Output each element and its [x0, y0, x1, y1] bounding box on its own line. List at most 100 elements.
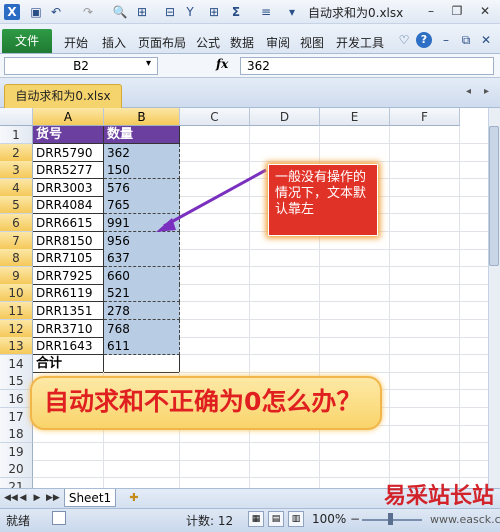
vertical-scroll-thumb[interactable] [489, 126, 499, 266]
scroll-right-icon[interactable]: ▸ [484, 86, 489, 97]
empty-cell[interactable] [250, 319, 320, 338]
empty-cell[interactable] [320, 143, 390, 162]
row-header-13[interactable]: 13 [0, 337, 33, 356]
zoom-level[interactable]: 100% [312, 512, 346, 526]
empty-cell[interactable] [320, 478, 390, 488]
table-cell-item-code[interactable]: DRR3003 [33, 178, 104, 197]
empty-cell[interactable] [180, 354, 250, 373]
row-header-19[interactable]: 19 [0, 442, 33, 461]
format-icon[interactable]: ⊞ [134, 4, 150, 20]
select-all-corner[interactable] [0, 108, 33, 126]
table-cell-quantity[interactable]: 611 [104, 337, 180, 356]
row-header-1[interactable]: 1 [0, 126, 33, 144]
empty-cell[interactable] [180, 249, 250, 268]
empty-cell[interactable] [460, 161, 488, 180]
table-cell-item-code[interactable]: DRR3710 [33, 319, 104, 338]
zoom-out-button[interactable]: − [350, 512, 360, 526]
row-header-11[interactable]: 11 [0, 302, 33, 320]
table-cell-quantity[interactable]: 278 [104, 302, 180, 320]
empty-cell[interactable] [460, 443, 488, 461]
table-cell-quantity[interactable]: 768 [104, 319, 180, 338]
empty-cell[interactable] [390, 143, 460, 162]
empty-cell[interactable] [460, 267, 488, 285]
tab-data[interactable]: 数据 [230, 34, 254, 51]
row-header-6[interactable]: 6 [0, 214, 33, 232]
quick-icon[interactable]: ⊟ [162, 4, 178, 20]
zoom-slider-knob[interactable] [388, 513, 393, 525]
tab-file[interactable]: 文件 [2, 29, 52, 53]
empty-cell[interactable] [390, 372, 460, 391]
customize-icon[interactable]: ▾ [284, 4, 300, 20]
empty-cell[interactable] [460, 144, 488, 162]
heart-icon[interactable]: ♡ [396, 32, 412, 48]
row-header-10[interactable]: 10 [0, 284, 33, 303]
empty-cell[interactable] [33, 460, 104, 479]
table-cell-item-code[interactable]: DRR6119 [33, 284, 104, 303]
empty-cell[interactable] [180, 266, 250, 285]
empty-cell[interactable] [390, 337, 460, 356]
empty-cell[interactable] [460, 425, 488, 444]
empty-cell[interactable] [390, 266, 460, 285]
empty-cell[interactable] [180, 284, 250, 303]
next-sheet-icon[interactable]: ▶ [32, 491, 42, 505]
table-cell-quantity[interactable]: 362 [104, 143, 180, 162]
empty-cell[interactable] [460, 126, 488, 144]
empty-cell[interactable] [250, 460, 320, 479]
table-cell-quantity[interactable]: 521 [104, 284, 180, 303]
row-header-5[interactable]: 5 [0, 196, 33, 215]
empty-cell[interactable] [33, 442, 104, 461]
empty-cell[interactable] [33, 478, 104, 488]
column-header-e[interactable]: E [320, 108, 390, 126]
filter-icon[interactable]: Y [182, 4, 198, 20]
row-header-4[interactable]: 4 [0, 178, 33, 197]
empty-cell[interactable] [460, 214, 488, 232]
tab-review[interactable]: 审阅 [266, 34, 290, 51]
table-cell-item-code[interactable]: DRR8150 [33, 231, 104, 250]
row-header-8[interactable]: 8 [0, 249, 33, 268]
empty-cell[interactable] [180, 319, 250, 338]
empty-cell[interactable] [460, 372, 488, 391]
table-cell-item-code[interactable]: DRR1351 [33, 302, 104, 320]
row-header-7[interactable]: 7 [0, 231, 33, 250]
redo-icon[interactable]: ↷ [80, 4, 96, 20]
tab-formulas[interactable]: 公式 [196, 34, 220, 51]
empty-cell[interactable] [460, 355, 488, 373]
table-header-cell[interactable]: 货号 [33, 126, 104, 144]
ribbon-minimize-icon[interactable]: – [438, 32, 454, 48]
empty-cell[interactable] [250, 126, 320, 144]
close-button[interactable]: ✕ [474, 2, 496, 20]
empty-cell[interactable] [460, 302, 488, 320]
empty-cell[interactable] [460, 196, 488, 215]
row-header-2[interactable]: 2 [0, 143, 33, 162]
empty-cell[interactable] [460, 320, 488, 338]
ribbon-close-icon[interactable]: ✕ [478, 32, 494, 48]
empty-cell[interactable] [180, 478, 250, 488]
save-icon[interactable]: ▣ [28, 4, 44, 20]
empty-cell[interactable] [460, 460, 488, 479]
empty-cell[interactable] [180, 337, 250, 356]
column-header-a[interactable]: A [33, 108, 104, 126]
row-header-20[interactable]: 20 [0, 460, 33, 479]
row-header-14[interactable]: 14 [0, 354, 33, 373]
insert-sheet-icon[interactable]: ✚ [124, 491, 144, 505]
undo-icon[interactable]: ↶ [48, 4, 64, 20]
tab-page-layout[interactable]: 页面布局 [138, 34, 186, 51]
empty-cell[interactable] [390, 390, 460, 408]
excel-logo-icon[interactable]: X [4, 4, 20, 20]
column-header-c[interactable]: C [180, 108, 250, 126]
empty-cell[interactable] [460, 284, 488, 303]
empty-cell[interactable] [180, 126, 250, 144]
ribbon-restore-icon[interactable]: ⧉ [458, 32, 474, 48]
last-sheet-icon[interactable]: ▶▶ [46, 491, 60, 505]
empty-cell[interactable] [390, 178, 460, 197]
empty-cell[interactable] [390, 425, 460, 444]
total-label-cell[interactable]: 合计 [33, 354, 104, 373]
sum-icon[interactable]: Σ [228, 4, 244, 20]
chevron-down-icon[interactable]: ▾ [146, 58, 151, 69]
row-header-15[interactable]: 15 [0, 372, 33, 391]
restore-button[interactable]: ❐ [446, 2, 468, 20]
empty-cell[interactable] [180, 442, 250, 461]
empty-cell[interactable] [460, 390, 488, 408]
empty-cell[interactable] [390, 126, 460, 144]
total-value-cell[interactable] [104, 354, 180, 373]
